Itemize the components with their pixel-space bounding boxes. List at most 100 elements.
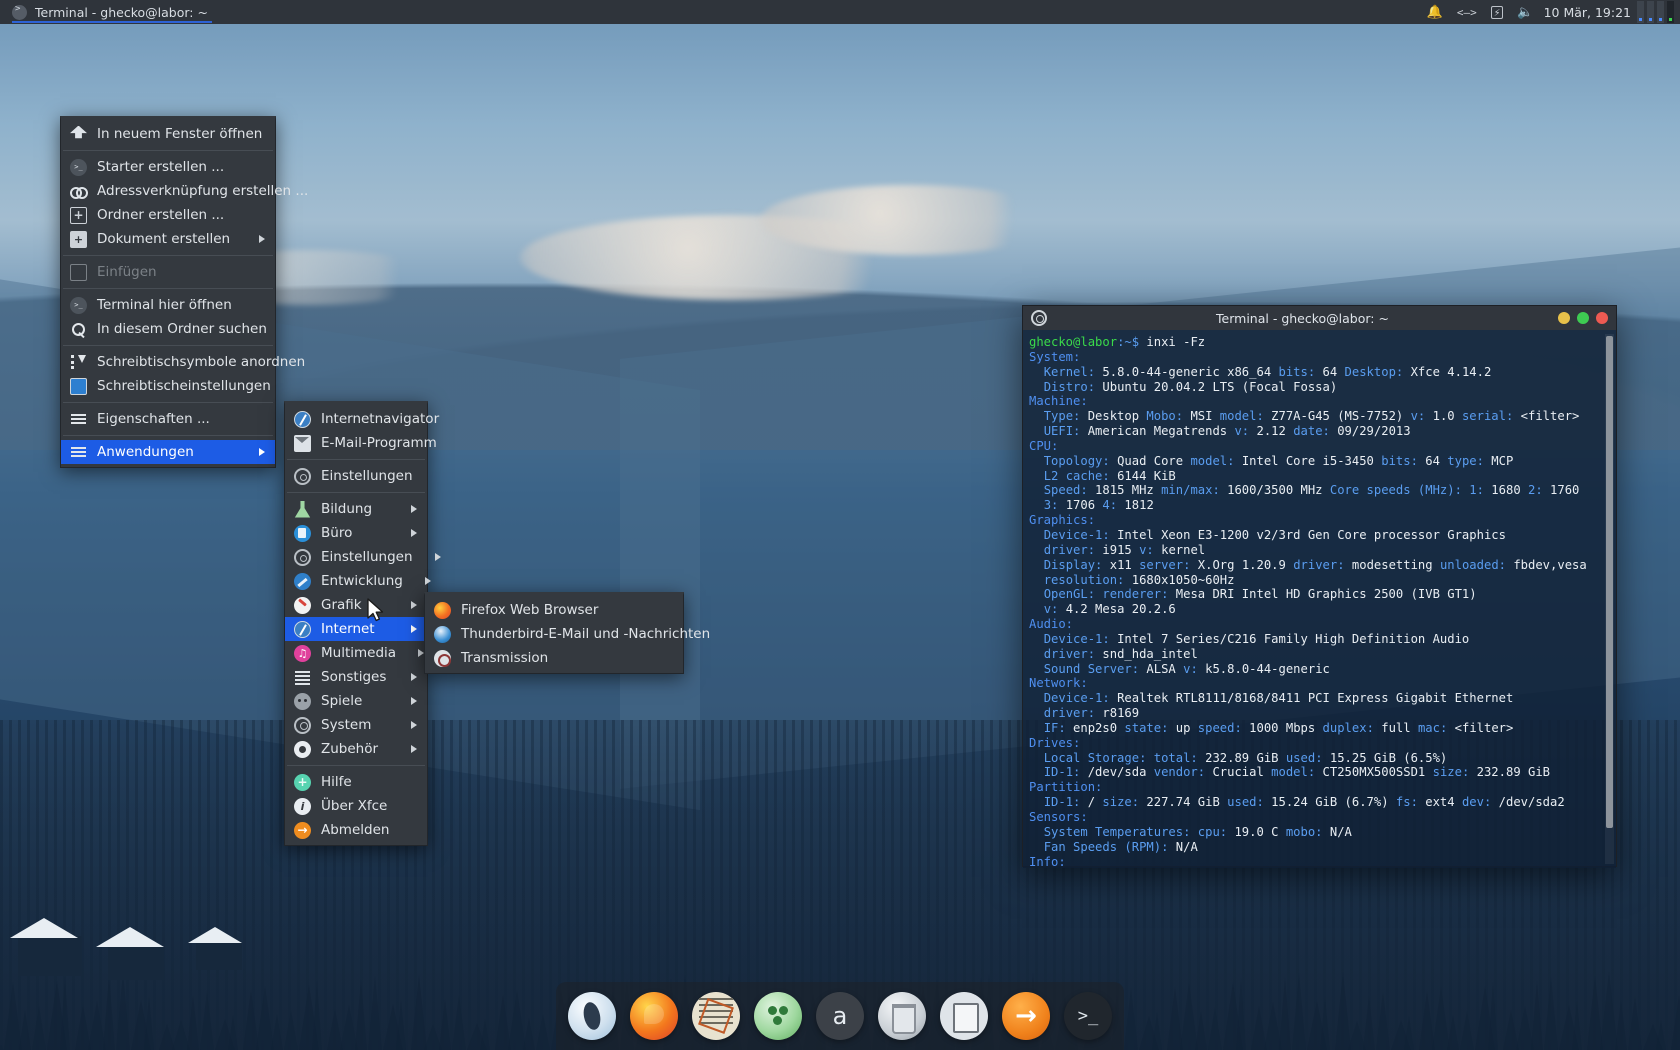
terminal-line: Kernel: 5.8.0-44-generic x86_64 bits: 64… <box>1043 364 1492 379</box>
desktop-menu-item-starter-erstellen[interactable]: Starter erstellen ... <box>61 155 275 179</box>
terminal-line: ID-1: / size: 227.74 GiB used: 15.24 GiB… <box>1043 795 1565 810</box>
development-icon <box>294 572 311 590</box>
workspace-switcher[interactable] <box>1637 1 1680 23</box>
menu-item-label: Einstellungen <box>321 468 413 484</box>
apps-menu-item-bildung[interactable]: Bildung <box>285 497 427 521</box>
tree <box>1671 995 1680 1050</box>
workspace-1[interactable] <box>1637 1 1644 23</box>
terminal-line: Machine: <box>1029 394 1088 409</box>
dock-item-midnight-commander[interactable] <box>754 992 802 1040</box>
close-button[interactable] <box>1596 312 1608 324</box>
multimedia-icon <box>294 644 311 662</box>
apps-menu-item-hilfe[interactable]: Hilfe <box>285 770 427 794</box>
minimize-button[interactable] <box>1558 312 1570 324</box>
apps-menu-item-system[interactable]: System <box>285 713 427 737</box>
terminal-scrollbar[interactable] <box>1605 334 1614 864</box>
internet-menu-item-transmission[interactable]: Transmission <box>425 646 683 670</box>
internet-menu-item-thunderbird-e-mail-und--nachrichten[interactable]: Thunderbird-E-Mail und -Nachrichten <box>425 622 710 646</box>
tree <box>1572 1001 1582 1050</box>
notification-bell-icon[interactable]: 🔔 <box>1427 6 1443 19</box>
submenu-arrow-icon <box>424 577 431 585</box>
submenu-arrow-icon <box>411 721 417 729</box>
terminal-line: Network: <box>1029 676 1088 691</box>
dock-item-thunar-file-manager[interactable] <box>568 992 616 1040</box>
internet-submenu[interactable]: Firefox Web Browser Thunderbird-E-Mail un… <box>424 592 710 674</box>
transmission-icon <box>434 649 451 667</box>
desktop-menu-item-terminal-hier-öffnen[interactable]: Terminal hier öffnen <box>61 293 275 317</box>
volume-icon[interactable]: 🔈 <box>1517 6 1533 19</box>
apps-menu-item-zubehör[interactable]: Zubehör <box>285 737 427 761</box>
terminal-output[interactable]: ghecko@labor:~$ inxi -Fz System: Kernel: … <box>1023 330 1616 868</box>
apps-menu-item-einstellungen[interactable]: Einstellungen <box>285 545 441 569</box>
apps-menu-item-spiele[interactable]: Spiele <box>285 689 427 713</box>
dock-item-arrow-launcher[interactable] <box>1002 992 1050 1040</box>
dock-item-text-editor[interactable] <box>692 992 740 1040</box>
clock[interactable]: 10 Mär, 19:21 <box>1544 5 1637 20</box>
apps-menu-item-sonstiges[interactable]: Sonstiges <box>285 665 427 689</box>
desktop-context-menu[interactable]: In neuem Fenster öffnen Starter erstellen… <box>60 116 308 468</box>
menu-item-label: Anwendungen <box>97 444 194 460</box>
workspace-3[interactable] <box>1657 1 1664 23</box>
desktop-menu-item-anwendungen[interactable]: Anwendungen <box>61 440 275 464</box>
terminal-window[interactable]: Terminal - ghecko@labor: ~ ghecko@labor:… <box>1022 305 1617 868</box>
upload-bar <box>72 140 85 143</box>
menu-item-label: Über Xfce <box>321 798 388 814</box>
submenu-arrow-icon <box>434 553 441 561</box>
apps-menu-item-multimedia[interactable]: Multimedia <box>285 641 427 665</box>
desktop-menu-item-schreibtischsymbole-anordnen[interactable]: Schreibtischsymbole anordnen <box>61 350 305 374</box>
search-icon <box>70 321 87 338</box>
create-folder-icon <box>70 206 87 224</box>
apps-menu-item-büro[interactable]: Büro <box>285 521 427 545</box>
office-icon <box>294 524 311 542</box>
apps-menu-item-einstellungen[interactable]: Einstellungen <box>285 464 427 488</box>
menu-item-label: Firefox Web Browser <box>461 602 599 618</box>
tree <box>228 1015 238 1050</box>
terminal-line: resolution: 1680x1050~60Hz <box>1043 572 1235 587</box>
desktop-menu-item-dokument-erstellen[interactable]: Dokument erstellen <box>61 227 275 251</box>
desktop-menu-item-in-neuem-fenster-öffnen[interactable]: In neuem Fenster öffnen <box>61 122 275 146</box>
open-new-window-icon <box>70 125 87 143</box>
maximize-button[interactable] <box>1577 312 1589 324</box>
terminal-titlebar[interactable]: Terminal - ghecko@labor: ~ <box>1023 306 1616 330</box>
menu-separator <box>287 492 425 493</box>
apps-menu-item-über-xfce[interactable]: Über Xfce <box>285 794 427 818</box>
dock-item-trash[interactable] <box>878 992 926 1040</box>
window-controls[interactable] <box>1558 312 1608 324</box>
desktop-menu-item-eigenschaften[interactable]: Eigenschaften ... <box>61 407 275 431</box>
menu-item-label: Bildung <box>321 501 373 517</box>
terminal-icon <box>12 4 27 20</box>
apps-menu-item-e-mail-programm[interactable]: E-Mail-Programm <box>285 431 437 455</box>
apps-menu-item-internet[interactable]: Internet <box>285 617 427 641</box>
taskbar-window-button[interactable]: Terminal - ghecko@labor: ~ <box>4 0 218 24</box>
internet-menu-item-firefox-web-browser[interactable]: Firefox Web Browser <box>425 598 683 622</box>
apps-menu-item-entwicklung[interactable]: Entwicklung <box>285 569 431 593</box>
terminal-line: UEFI: American Megatrends v: 2.12 date: … <box>1043 424 1411 439</box>
dock-item-atom-editor[interactable] <box>816 992 864 1040</box>
dock-item-application-finder[interactable] <box>940 992 988 1040</box>
desktop-menu-item-schreibtischeinstellungen[interactable]: Schreibtischeinstellungen <box>61 374 275 398</box>
applications-submenu[interactable]: Internetnavigator E-Mail-Programm Einstell… <box>284 401 441 846</box>
desktop-menu-item-ordner-erstellen[interactable]: Ordner erstellen ... <box>61 203 275 227</box>
workspace-2[interactable] <box>1647 1 1654 23</box>
menu-item-label: Starter erstellen ... <box>97 159 225 175</box>
dock-item-firefox[interactable] <box>630 992 678 1040</box>
internet-icon <box>294 620 311 638</box>
terminal-line: driver: r8169 <box>1043 706 1140 721</box>
workspace-4[interactable] <box>1667 1 1674 23</box>
system-icon <box>294 716 311 734</box>
tree <box>1376 992 1390 1050</box>
apps-menu-item-grafik[interactable]: Grafik <box>285 593 427 617</box>
submenu-arrow-icon <box>411 505 417 513</box>
terminal-line: Type: Desktop Mobo: MSI model: Z77A-G45 … <box>1043 409 1580 424</box>
apps-menu-item-abmelden[interactable]: Abmelden <box>285 818 427 842</box>
network-icon[interactable]: <–> <box>1457 7 1477 18</box>
menu-item-label: Abmelden <box>321 822 390 838</box>
menu-item-label: Entwicklung <box>321 573 403 589</box>
apps-menu-item-internetnavigator[interactable]: Internetnavigator <box>285 407 439 431</box>
battery-icon[interactable]: ⚡ <box>1490 5 1504 19</box>
dock-item-terminal[interactable] <box>1064 992 1112 1040</box>
tree <box>284 1010 298 1050</box>
gear-icon[interactable] <box>1031 310 1047 326</box>
desktop-menu-item-in-diesem-ordner-suchen[interactable]: In diesem Ordner suchen <box>61 317 275 341</box>
desktop-menu-item-adressverknüpfung-erstellen[interactable]: Adressverknüpfung erstellen ... <box>61 179 308 203</box>
